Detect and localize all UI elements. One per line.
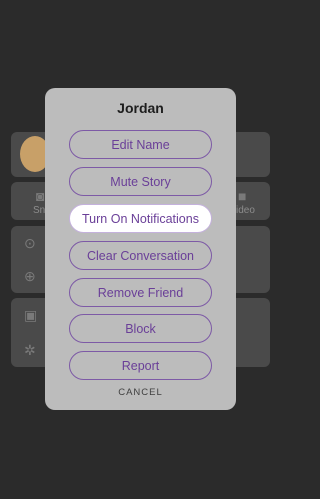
clear-conversation-button[interactable]: Clear Conversation	[69, 241, 212, 270]
location-add-icon: ⊕	[24, 268, 36, 284]
turn-on-notifications-button[interactable]: Turn On Notifications	[69, 204, 212, 233]
dialog-title: Jordan	[117, 100, 164, 116]
remove-friend-button[interactable]: Remove Friend	[69, 278, 212, 307]
camera-icon: ◙	[36, 188, 45, 204]
cancel-button[interactable]: CANCEL	[45, 387, 236, 398]
friend-options-dialog: Jordan Edit Name Mute Story Turn On Noti…	[45, 88, 236, 410]
edit-name-button[interactable]: Edit Name	[69, 130, 212, 159]
location-pin-icon: ⊙	[24, 235, 36, 251]
report-button[interactable]: Report	[69, 351, 212, 380]
gear-icon: ✲	[24, 342, 36, 358]
block-button[interactable]: Block	[69, 314, 212, 343]
video-label: ideo	[236, 205, 255, 216]
video-icon: ■	[238, 188, 247, 204]
profile-square-icon: ▣	[24, 307, 38, 323]
mute-story-button[interactable]: Mute Story	[69, 167, 212, 196]
